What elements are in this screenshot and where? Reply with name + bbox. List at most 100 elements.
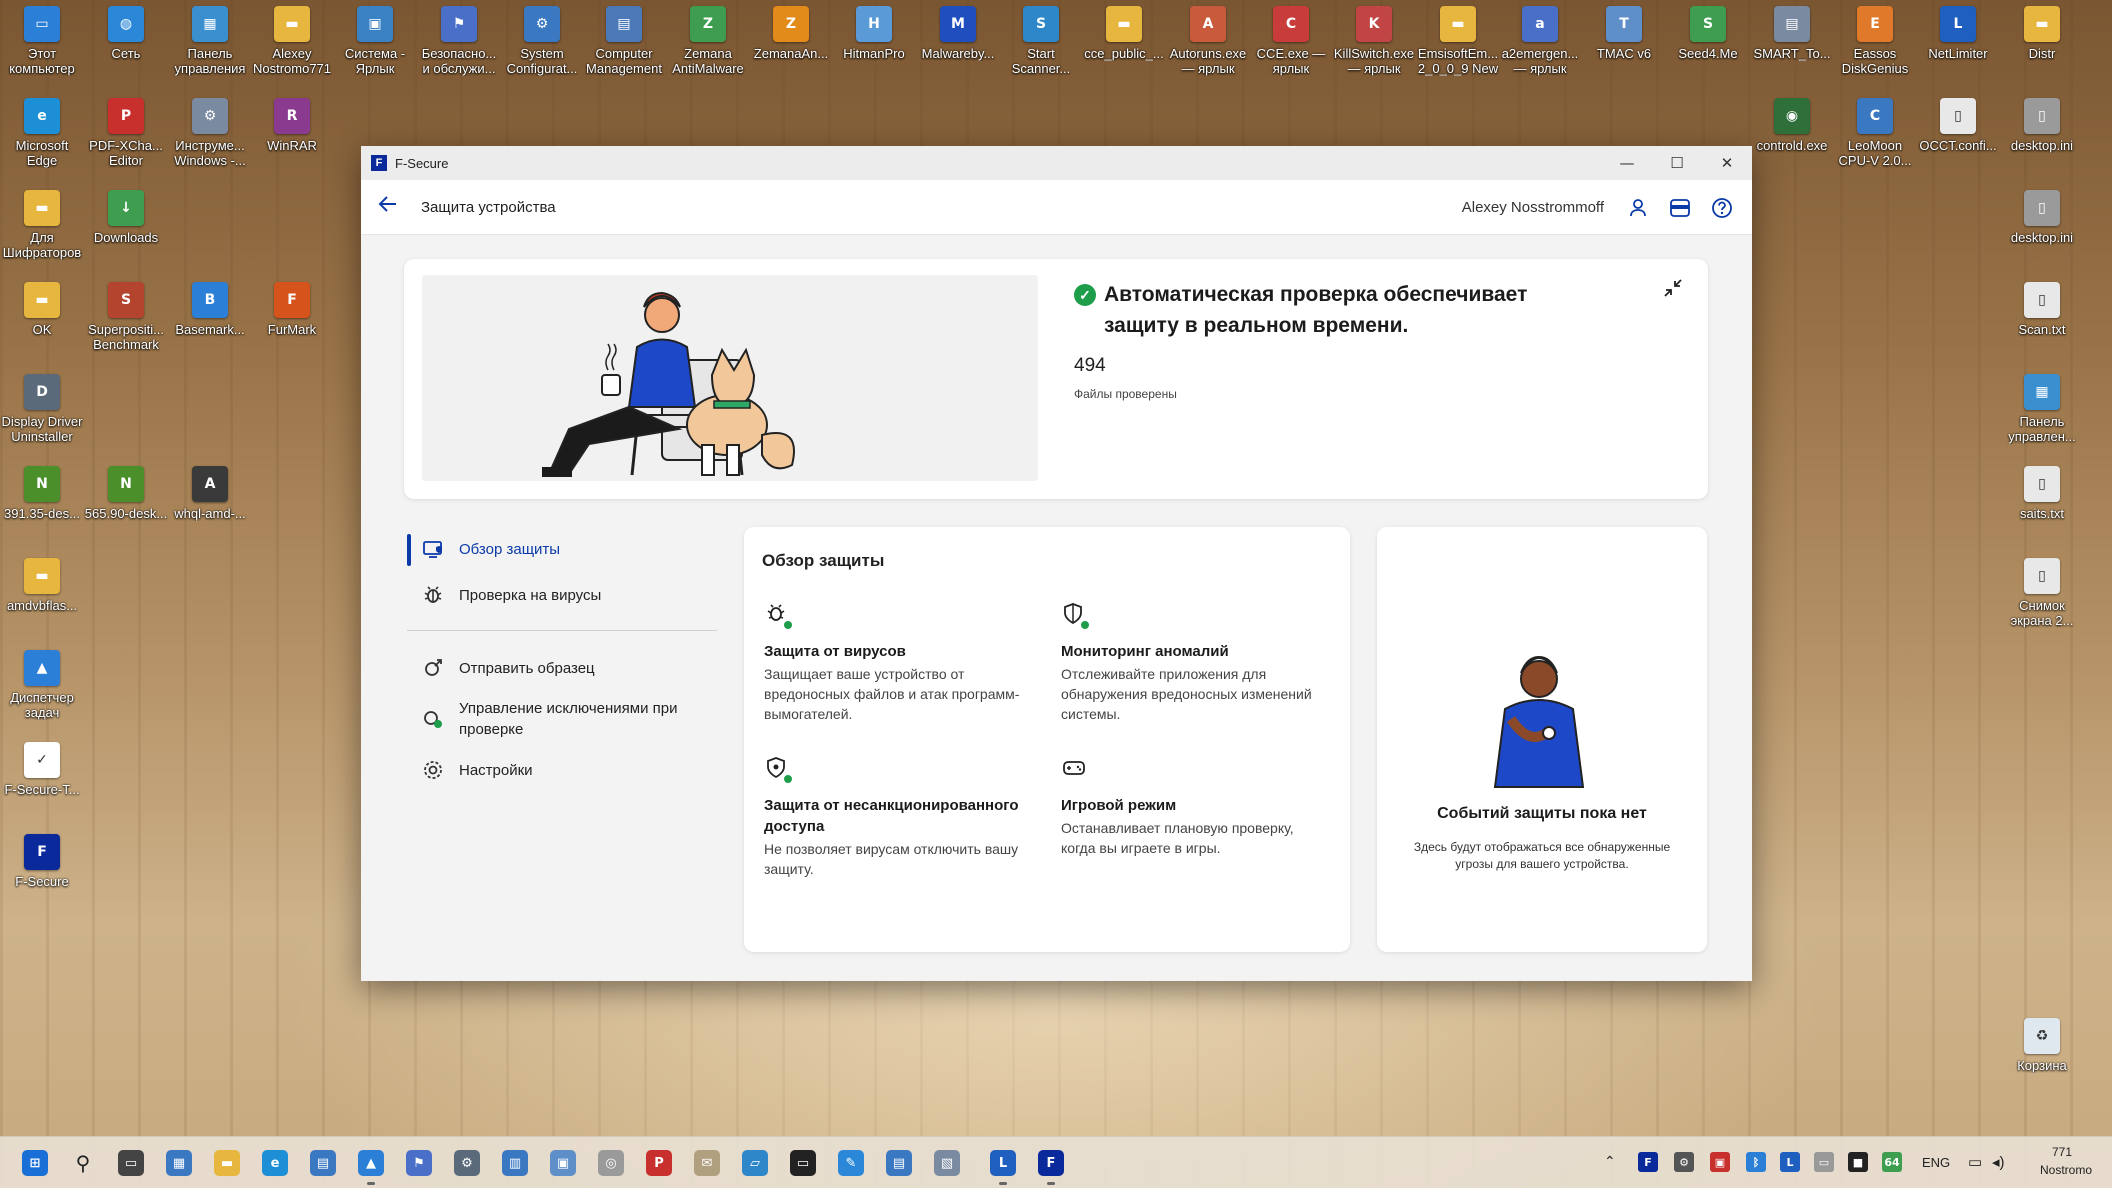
desktop-icon[interactable]: Z Zemana AntiMalware [666, 6, 750, 76]
desktop-icon[interactable]: ▬ EmsisoftEm... 2_0_0_9 New [1416, 6, 1500, 76]
desktop-icon[interactable]: N 391.35-des... [0, 466, 84, 521]
desktop-icon[interactable]: B Basemark... [168, 282, 252, 337]
desktop-icon[interactable]: D Display Driver Uninstaller [0, 374, 84, 444]
desktop-icon[interactable]: ⚙ System Configurat... [500, 6, 584, 76]
netlimiter-icon[interactable]: L [990, 1150, 1016, 1185]
back-button[interactable] [377, 193, 413, 221]
window-titlebar[interactable]: F F-Secure — ☐ ✕ [361, 146, 1752, 180]
taskbar-app-icon[interactable]: ▧ [934, 1150, 960, 1176]
desktop-icon[interactable]: ▯ OCCT.confi... [1916, 98, 2000, 153]
desktop-icon[interactable]: ⚙ Инструме... Windows -... [168, 98, 252, 168]
desktop-icon[interactable]: ▦ Панель управления [168, 6, 252, 76]
desktop-icon[interactable]: ▯ desktop.ini [2000, 190, 2084, 245]
taskbar-app-icon[interactable]: ▥ [502, 1150, 528, 1176]
search-icon[interactable]: ⚲ [70, 1150, 96, 1176]
desktop-icon[interactable]: ♻ Корзина [2000, 1018, 2084, 1073]
feature-tamper-protection[interactable]: Защита от несанкционированного доступа Н… [764, 755, 1029, 879]
desktop-icon[interactable]: E Eassos DiskGenius [1833, 6, 1917, 76]
taskbar-app-icon[interactable]: ▱ [742, 1150, 768, 1176]
desktop-icon[interactable]: Z ZemanaAn... [749, 6, 833, 61]
start-button[interactable]: ⊞ [22, 1150, 48, 1176]
close-button[interactable]: ✕ [1702, 146, 1752, 180]
task-view-icon[interactable]: ▭ [118, 1150, 144, 1176]
task-manager-icon[interactable]: ▲ [358, 1150, 384, 1185]
desktop-icon[interactable]: ⚑ Безопасно... и обслужи... [417, 6, 501, 76]
terminal-icon[interactable]: ▭ [790, 1150, 816, 1176]
desktop-icon[interactable]: A Autoruns.exe — ярлык [1166, 6, 1250, 76]
edge-icon[interactable]: e [262, 1150, 288, 1176]
desktop-icon[interactable]: S Superpositi... Benchmark [84, 282, 168, 352]
desktop-icon[interactable]: ▭ Этот компьютер [0, 6, 84, 76]
help-button[interactable] [1708, 194, 1736, 222]
feature-gaming-mode[interactable]: Игровой режим Останавливает плановую про… [1061, 755, 1326, 858]
clock-time[interactable]: 771 [2052, 1145, 2072, 1159]
taskbar-app-icon[interactable]: ◎ [598, 1150, 624, 1176]
desktop-icon[interactable]: ▬ Distr [2000, 6, 2084, 61]
taskbar-app-icon[interactable]: ▦ [166, 1150, 192, 1176]
store-icon[interactable]: ▤ [310, 1150, 336, 1176]
taskbar-app-icon[interactable]: P [646, 1150, 672, 1176]
clock-user[interactable]: Nostromo [2040, 1163, 2092, 1177]
desktop-icon[interactable]: H HitmanPro [832, 6, 916, 61]
desktop-icon[interactable]: T TMAC v6 [1582, 6, 1666, 61]
language-indicator[interactable]: ENG [1922, 1155, 1950, 1170]
desktop-icon[interactable]: ▦ Панель управлен... [2000, 374, 2084, 444]
desktop-icon[interactable]: e Microsoft Edge [0, 98, 84, 168]
tray-icon[interactable]: ▭ [1814, 1152, 1834, 1172]
desktop-icon[interactable]: ▲ Диспетчер задач [0, 650, 84, 720]
volume-icon[interactable]: ◂) [1992, 1153, 2005, 1171]
desktop-icon[interactable]: ▣ Система - Ярлык [333, 6, 417, 76]
desktop-icon[interactable]: ▬ amdvbflas... [0, 558, 84, 613]
desktop-icon[interactable]: S Seed4.Me [1666, 6, 1750, 61]
desktop-icon[interactable]: ◍ Сеть [84, 6, 168, 61]
desktop-icon[interactable]: ▤ SMART_To... [1750, 6, 1834, 61]
bluetooth-icon[interactable]: ᛒ [1746, 1152, 1766, 1172]
nav-item-settings[interactable]: Настройки [407, 747, 717, 793]
desktop-icon[interactable]: R WinRAR [250, 98, 334, 153]
desktop-icon[interactable]: Awhql-amd-... [168, 466, 252, 521]
minimize-button[interactable]: — [1602, 146, 1652, 180]
taskbar-app-icon[interactable]: ✎ [838, 1150, 864, 1176]
fsecure-tray-icon[interactable]: F [1638, 1152, 1658, 1172]
desktop-icon[interactable]: ✓ F-Secure-T... [0, 742, 84, 797]
subscription-button[interactable] [1666, 194, 1694, 222]
fsecure-taskbar-icon[interactable]: F [1038, 1150, 1064, 1185]
account-button[interactable] [1624, 194, 1652, 222]
nav-item-virus-scan[interactable]: Проверка на вирусы [407, 572, 717, 618]
desktop-icon[interactable]: ▯ saits.txt [2000, 466, 2084, 521]
desktop-icon[interactable]: ◉ controld.exe [1750, 98, 1834, 153]
desktop-icon[interactable]: M Malwareby... [916, 6, 1000, 61]
feature-virus-protection[interactable]: Защита от вирусов Защищает ваше устройст… [764, 601, 1029, 724]
collapse-button[interactable] [1662, 277, 1686, 301]
desktop-icon[interactable]: a a2emergen... — ярлык [1498, 6, 1582, 76]
notepad-icon[interactable]: ▤ [886, 1150, 912, 1176]
tray-icon[interactable]: ▣ [1710, 1152, 1730, 1172]
desktop-icon[interactable]: L NetLimiter [1916, 6, 2000, 61]
nav-item-send-sample[interactable]: Отправить образец [407, 645, 717, 691]
nav-item-overview[interactable]: Обзор защиты [407, 526, 717, 572]
desktop-icon[interactable]: ▬ Alexey Nostromo771 [250, 6, 334, 76]
taskbar-app-icon[interactable]: ⚙ [454, 1150, 480, 1176]
tray-icon[interactable]: L [1780, 1152, 1800, 1172]
desktop-icon[interactable]: ↓ Downloads [84, 190, 168, 245]
desktop-icon[interactable]: ▤ Computer Management [582, 6, 666, 76]
chevron-up-icon[interactable]: ⌃ [1604, 1153, 1616, 1170]
desktop-icon[interactable]: ▬ Для Шифраторов [0, 190, 84, 260]
desktop-icon[interactable]: C LeoMoon CPU-V 2.0... [1833, 98, 1917, 168]
tray-icon[interactable]: 64 [1882, 1152, 1902, 1172]
tray-icon[interactable]: ⚙ [1674, 1152, 1694, 1172]
network-icon[interactable]: ▭ [1968, 1153, 1982, 1171]
desktop-icon[interactable]: ▬ OK [0, 282, 84, 337]
desktop-icon[interactable]: ▯ desktop.ini [2000, 98, 2084, 153]
taskbar-app-icon[interactable]: ⚑ [406, 1150, 432, 1176]
desktop-icon[interactable]: F FurMark [250, 282, 334, 337]
desktop-icon[interactable]: ▯ Снимок экрана 2... [2000, 558, 2084, 628]
desktop-icon[interactable]: S Start Scanner... [999, 6, 1083, 76]
desktop-icon[interactable]: N 565.90-desk... [84, 466, 168, 521]
desktop-icon[interactable]: F F-Secure [0, 834, 84, 889]
tray-icon[interactable]: ■ [1848, 1152, 1868, 1172]
desktop-icon[interactable]: C CCE.exe — ярлык [1249, 6, 1333, 76]
desktop-icon[interactable]: P PDF-XCha... Editor [84, 98, 168, 168]
desktop-icon[interactable]: K KillSwitch.exe — ярлык [1332, 6, 1416, 76]
file-explorer-icon[interactable]: ▬ [214, 1150, 240, 1176]
